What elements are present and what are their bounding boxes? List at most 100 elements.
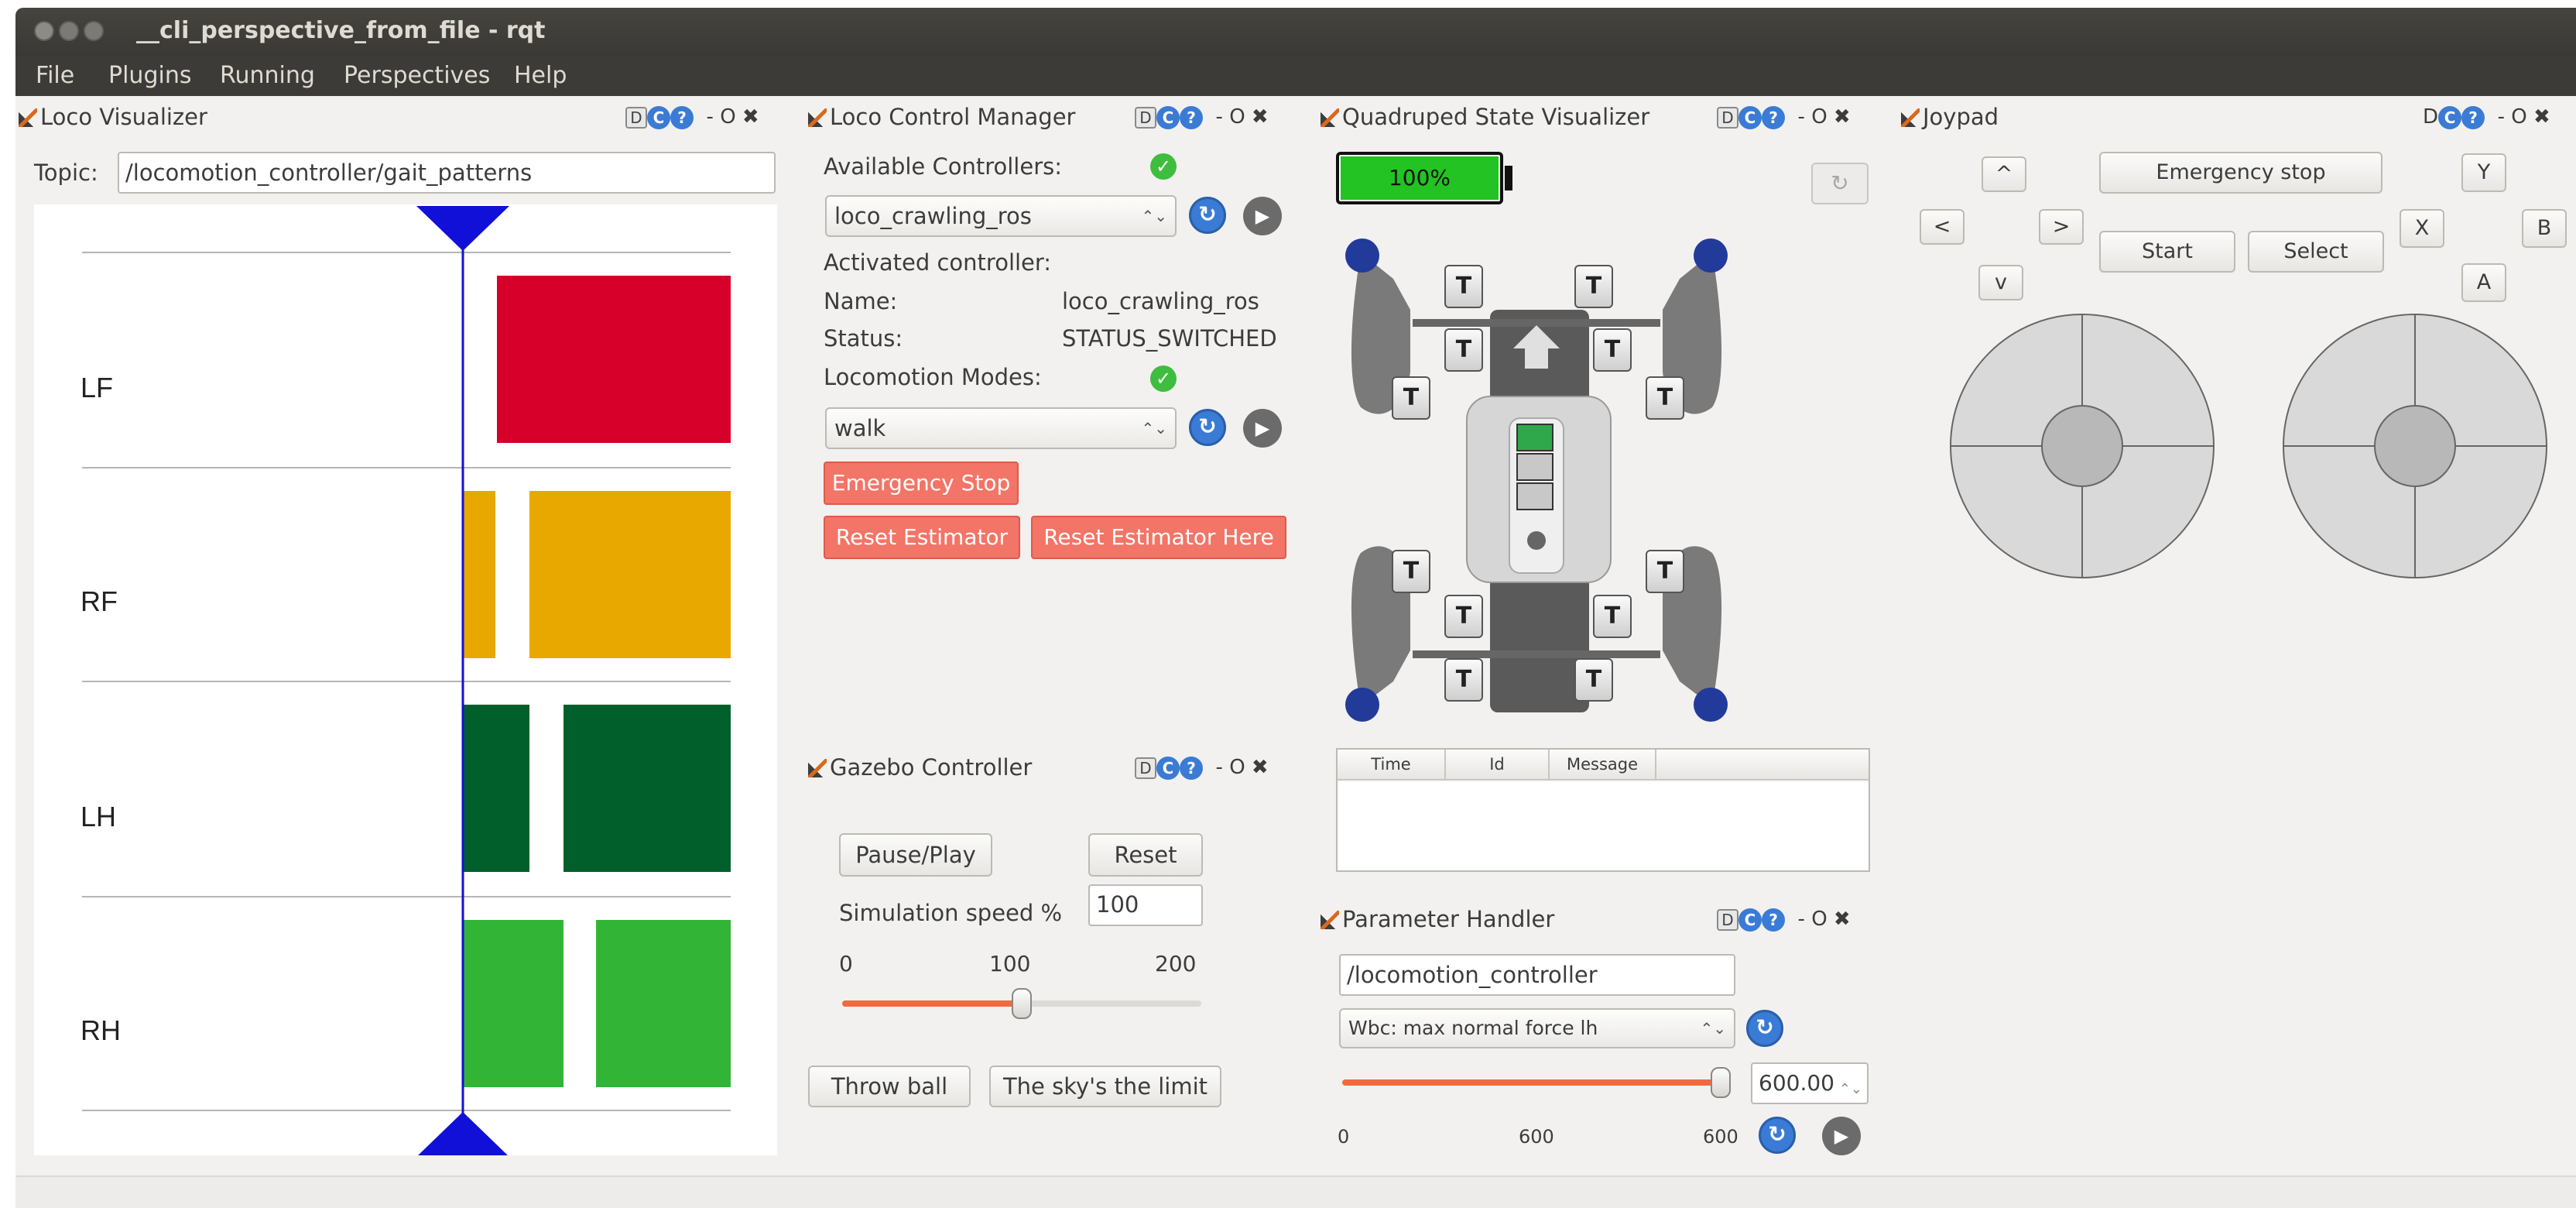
joypad-a-button[interactable]: A (2461, 263, 2506, 302)
menu-plugins[interactable]: Plugins (108, 62, 191, 89)
dpad-right-button[interactable]: > (2039, 209, 2084, 245)
help-icon[interactable]: ? (1762, 105, 1785, 129)
reload-icon[interactable]: C (1738, 908, 1762, 932)
emergency-stop-button[interactable]: Emergency Stop (824, 462, 1019, 505)
joypad-start-button[interactable]: Start (2099, 231, 2235, 273)
reset-estimator-here-button[interactable]: Reset Estimator Here (1031, 516, 1286, 559)
column-message[interactable]: Message (1550, 750, 1656, 779)
window-title: __cli_perspective_from_file - rqt (136, 17, 546, 44)
loco-visualizer-controls: D C? - O ✖ (625, 105, 759, 129)
activate-mode-icon[interactable]: ▶ (1243, 409, 1282, 448)
parameter-namespace-input[interactable]: /locomotion_controller (1339, 954, 1735, 996)
dock-icon[interactable]: D (1717, 908, 1738, 931)
options-icon[interactable]: O (1811, 105, 1827, 129)
activate-controller-icon[interactable]: ▶ (1243, 197, 1282, 235)
joypad-y-button[interactable]: Y (2461, 153, 2506, 192)
options-icon[interactable]: O (1229, 105, 1245, 129)
minimize-icon[interactable]: - (1216, 105, 1223, 129)
joypad-b-button[interactable]: B (2522, 209, 2567, 248)
dock-icon[interactable]: D (1717, 106, 1738, 129)
close-icon[interactable]: ✖ (1252, 105, 1269, 129)
close-icon[interactable]: ✖ (1834, 908, 1851, 931)
time-cursor-top[interactable] (416, 206, 509, 251)
minimize-icon[interactable]: - (1216, 756, 1223, 779)
menu-help[interactable]: Help (514, 62, 567, 89)
reload-icon[interactable]: C (647, 105, 670, 129)
dpad-down-button[interactable]: v (1978, 265, 2023, 300)
simulation-speed-handle[interactable] (1012, 988, 1032, 1019)
sky-limit-button[interactable]: The sky's the limit (989, 1066, 1221, 1107)
options-icon[interactable]: O (720, 105, 735, 129)
leg-t-marker: T (1392, 550, 1430, 593)
close-icon[interactable]: ✖ (1834, 105, 1851, 129)
parameter-select[interactable]: Wbc: max normal force lh ⌃⌄ (1339, 1008, 1735, 1048)
dpad-left-button[interactable]: < (1920, 209, 1965, 245)
minimize-icon[interactable]: - (2498, 105, 2505, 129)
locomotion-mode-select[interactable]: walk ⌃⌄ (825, 407, 1177, 449)
minimize-icon[interactable]: - (1798, 908, 1805, 931)
message-table[interactable]: Time Id Message (1336, 748, 1870, 872)
topic-input[interactable]: /locomotion_controller/gait_patterns (118, 152, 776, 194)
refresh-modes-icon[interactable]: ↻ (1189, 409, 1226, 446)
joypad-select-button[interactable]: Select (2248, 231, 2384, 273)
apply-parameter-icon[interactable]: ▶ (1822, 1117, 1861, 1155)
right-joystick[interactable] (2282, 313, 2548, 579)
dock-icon[interactable]: D (1135, 106, 1156, 129)
dock-icon[interactable]: D (625, 106, 647, 129)
reset-estimator-button[interactable]: Reset Estimator (824, 516, 1020, 559)
close-icon[interactable]: ✖ (2533, 105, 2550, 129)
options-icon[interactable]: O (1811, 908, 1827, 931)
reload-icon[interactable]: C (1738, 105, 1762, 129)
dock-icon[interactable]: D (2423, 105, 2438, 129)
reload-state-button[interactable]: ↻ (1811, 163, 1869, 204)
reload-icon[interactable]: C (1156, 756, 1180, 780)
loco-control-manager-controls: D C? - O ✖ (1135, 105, 1269, 129)
rf-stance-bar (529, 491, 731, 658)
dock-icon[interactable]: D (1135, 757, 1156, 779)
dpad-up-button[interactable]: ^ (1982, 156, 2026, 192)
left-joystick[interactable] (1949, 313, 2215, 579)
column-id[interactable]: Id (1446, 750, 1550, 779)
menu-running[interactable]: Running (220, 62, 315, 89)
parameter-slider[interactable] (1342, 1079, 1731, 1086)
close-icon[interactable]: ✖ (1252, 756, 1269, 779)
minimize-icon[interactable]: - (707, 105, 714, 129)
reset-simulation-button[interactable]: Reset (1088, 833, 1203, 877)
column-time[interactable]: Time (1338, 750, 1446, 779)
plugin-icon (19, 108, 37, 127)
time-cursor-bottom[interactable] (416, 1112, 509, 1157)
pause-play-button[interactable]: Pause/Play (839, 833, 992, 877)
help-icon[interactable]: ? (2461, 105, 2485, 129)
joypad-emergency-stop-button[interactable]: Emergency stop (2099, 152, 2382, 194)
reload-icon[interactable]: C (1156, 105, 1180, 129)
help-icon[interactable]: ? (1180, 105, 1203, 129)
reload-parameter-icon[interactable]: ↻ (1759, 1117, 1796, 1154)
parameter-slider-handle[interactable] (1711, 1067, 1731, 1098)
options-icon[interactable]: O (1229, 756, 1245, 779)
simulation-speed-input[interactable]: 100 (1088, 884, 1203, 926)
refresh-parameters-icon[interactable]: ↻ (1746, 1010, 1783, 1047)
help-icon[interactable]: ? (1762, 908, 1785, 932)
maximize-window-icon[interactable] (84, 21, 104, 41)
menu-perspectives[interactable]: Perspectives (344, 62, 490, 89)
refresh-controllers-icon[interactable]: ↻ (1189, 197, 1226, 234)
help-icon[interactable]: ? (1180, 756, 1203, 780)
parameter-value-input[interactable]: 600.00 ⌃⌄ (1751, 1062, 1869, 1104)
options-icon[interactable]: O (2511, 105, 2526, 129)
minimize-icon[interactable]: - (1798, 105, 1805, 129)
throw-ball-button[interactable]: Throw ball (808, 1066, 971, 1107)
leg-label-lh: LH (80, 801, 117, 832)
modes-ok-icon: ✓ (1150, 365, 1177, 392)
controller-select[interactable]: loco_crawling_ros ⌃⌄ (825, 195, 1177, 237)
help-icon[interactable]: ? (670, 105, 694, 129)
loco-control-manager-title: Loco Control Manager (808, 104, 1075, 130)
minimize-window-icon[interactable] (59, 21, 79, 41)
menu-file[interactable]: File (36, 62, 74, 89)
leg-label-rf: RF (80, 585, 118, 617)
name-value: loco_crawling_ros (1062, 288, 1259, 314)
close-window-icon[interactable] (34, 21, 54, 41)
joypad-x-button[interactable]: X (2400, 209, 2444, 248)
close-icon[interactable]: ✖ (742, 105, 759, 129)
reload-icon[interactable]: C (2438, 105, 2462, 129)
leg-t-marker: T (1444, 265, 1483, 308)
